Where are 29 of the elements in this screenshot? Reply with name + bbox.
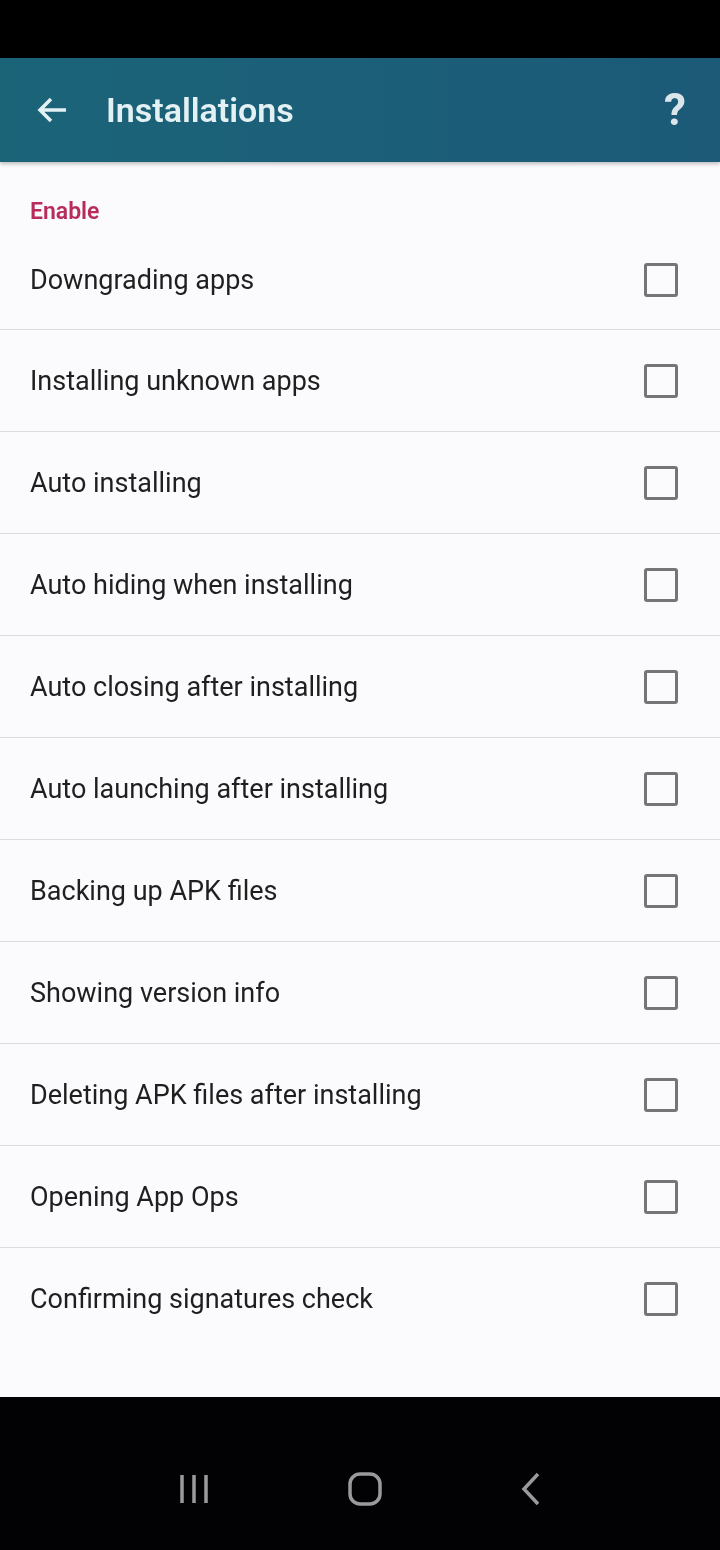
checkbox[interactable]: [644, 669, 678, 704]
option-label: Backing up APK files: [30, 874, 278, 907]
option-label: Showing version info: [30, 976, 281, 1009]
help-button[interactable]: ?: [660, 84, 690, 136]
checkbox[interactable]: [644, 1077, 678, 1112]
checkbox[interactable]: [644, 262, 678, 297]
option-label: Auto installing: [30, 466, 202, 499]
checkbox[interactable]: [644, 873, 678, 908]
checkbox[interactable]: [644, 1179, 678, 1214]
option-label: Auto closing after installing: [30, 670, 359, 703]
option-label: Opening App Ops: [30, 1180, 239, 1213]
checkbox[interactable]: [644, 771, 678, 806]
recent-apps-icon[interactable]: [179, 1472, 210, 1505]
home-icon[interactable]: [348, 1471, 382, 1506]
checkbox[interactable]: [644, 363, 678, 398]
option-label: Installing unknown apps: [30, 364, 321, 397]
back-icon[interactable]: [520, 1471, 541, 1506]
option-label: Auto hiding when installing: [30, 568, 353, 601]
checkbox[interactable]: [644, 567, 678, 602]
option-label: Confirming signatures check: [30, 1283, 373, 1315]
checkbox[interactable]: [644, 1282, 678, 1316]
option-label: Downgrading apps: [30, 263, 255, 296]
screen-title: Installations: [106, 90, 295, 130]
option-label: Auto launching after installing: [30, 772, 389, 805]
section-header: Enable: [30, 198, 100, 225]
back-arrow-icon: [36, 96, 68, 124]
option-label: Deleting APK files after installing: [30, 1078, 422, 1111]
checkbox[interactable]: [644, 975, 678, 1010]
checkbox[interactable]: [644, 465, 678, 500]
